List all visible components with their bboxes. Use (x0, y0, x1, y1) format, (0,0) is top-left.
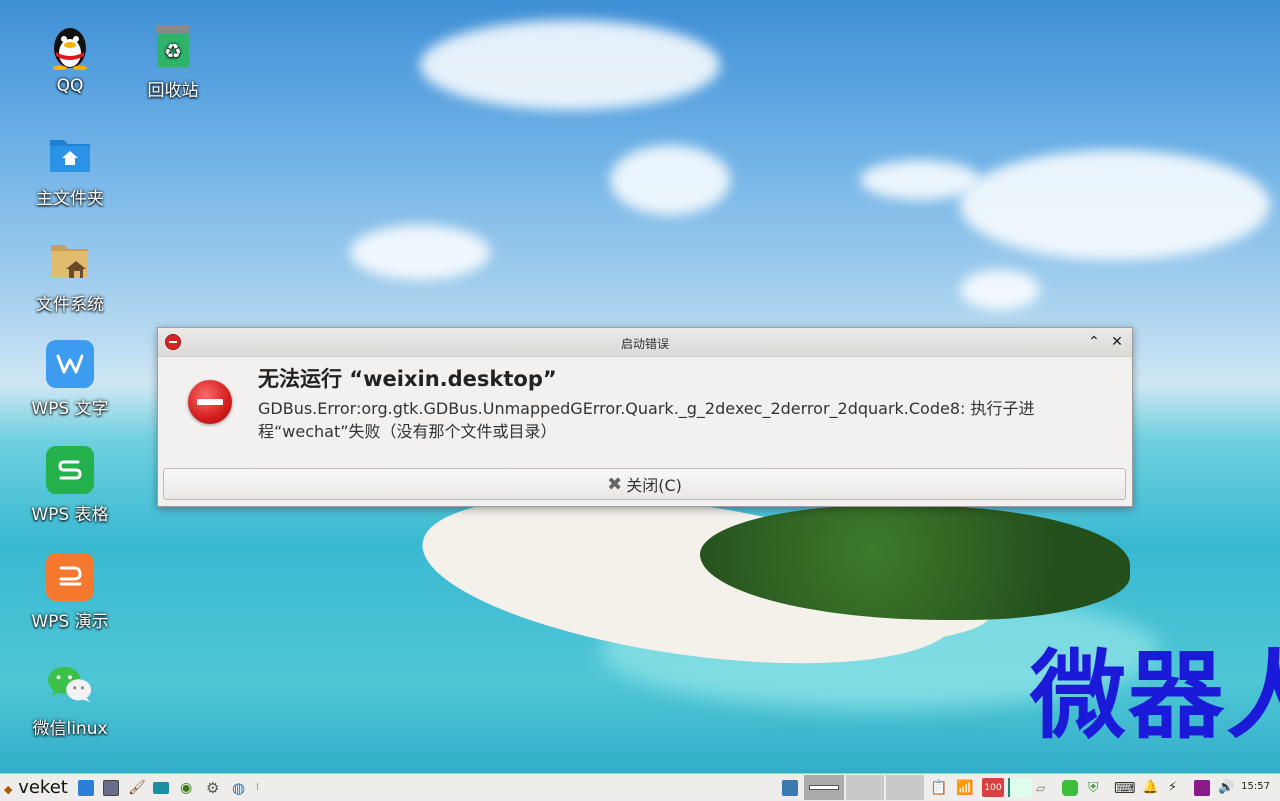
cpu-badge[interactable]: 100 (982, 778, 1004, 797)
workspace-3[interactable] (886, 775, 924, 800)
notification-bell-icon[interactable]: 🔔 (1142, 778, 1158, 797)
dialog-title: 启动错误 (620, 337, 669, 351)
desktop-icon-file-system[interactable]: 文件系统 (20, 236, 120, 315)
wifi-icon[interactable]: 📶 (956, 778, 973, 797)
qq-penguin-icon (46, 22, 94, 70)
wps-writer-icon (46, 340, 94, 388)
close-window-icon[interactable]: ✕ (1109, 334, 1125, 350)
clipboard-icon[interactable]: 📋 (930, 778, 947, 797)
desktop-icon-label: WPS 演示 (31, 612, 109, 632)
desktop-icon-label: QQ (56, 76, 84, 96)
memory-graph-icon[interactable] (1008, 778, 1032, 797)
start-menu[interactable]: ◆ veket (4, 777, 68, 798)
storage-icon[interactable] (1062, 778, 1078, 797)
file-manager-icon[interactable] (103, 778, 119, 797)
error-message: GDBus.Error:org.gtk.GDBus.UnmappedGError… (258, 399, 1035, 441)
desktop-icon-wps-spreadsheet[interactable]: WPS 表格 (20, 446, 120, 525)
input-method-icon[interactable] (1194, 778, 1210, 797)
workspace-2[interactable] (846, 775, 884, 800)
show-desktop-icon[interactable] (78, 778, 94, 797)
desktop-icon-wps-presentation[interactable]: WPS 演示 (20, 553, 120, 632)
svg-text:♻: ♻ (164, 39, 182, 63)
power-icon[interactable]: ⚡ (1168, 778, 1177, 797)
desktop-icon-home-folder[interactable]: 主文件夹 (20, 130, 120, 209)
browser-icon[interactable]: ◍ (232, 778, 245, 797)
home-folder-icon (46, 130, 94, 178)
desktop-icon-label: 主文件夹 (36, 189, 104, 209)
file-system-icon (46, 236, 94, 284)
desktop-icon-label: 回收站 (147, 81, 199, 101)
desktop-icon-label: 微信linux (32, 719, 108, 739)
start-menu-label: veket (18, 777, 68, 798)
desktop-icon-recycle-bin[interactable]: ♻ 回收站 (123, 22, 223, 101)
volume-icon[interactable]: 🔊 (1218, 778, 1234, 797)
maximize-chevron-icon[interactable]: ⌃ (1086, 334, 1102, 350)
more-icon[interactable]: ⁝ (256, 778, 259, 797)
network-tool-icon[interactable] (782, 778, 798, 797)
close-button-label: 关闭(C) (626, 476, 682, 495)
folder-icon[interactable] (153, 778, 169, 797)
settings-brush-icon[interactable]: 🖌 (128, 778, 146, 797)
desktop-icon-qq[interactable]: QQ (20, 22, 120, 96)
dialog-titlebar[interactable]: 启动错误 ⌃ ✕ (158, 328, 1132, 357)
desktop-icon-wechat[interactable]: 微信linux (20, 660, 120, 739)
error-icon (188, 380, 232, 424)
error-dialog: 启动错误 ⌃ ✕ 无法运行 “weixin.desktop” GDBus.Err… (157, 327, 1133, 507)
close-button[interactable]: ✖ 关闭(C) (163, 468, 1126, 500)
keyboard-icon[interactable]: ⌨ (1114, 778, 1136, 797)
desktop-icon-label: 文件系统 (36, 295, 104, 315)
menu-arrow-icon: ◆ (4, 783, 13, 796)
shield-icon[interactable]: ⛨ (1088, 778, 1099, 797)
desktop-icon-label: WPS 表格 (31, 505, 109, 525)
desktop-icon-wps-writer[interactable]: WPS 文字 (20, 340, 120, 419)
workspace-1[interactable] (804, 775, 844, 800)
wallpaper-brand-text: 微器人 (1030, 640, 1280, 752)
media-player-icon[interactable]: ◉ (180, 778, 192, 797)
recycle-bin-icon: ♻ (149, 22, 197, 70)
taskbar: ◆ veket 🖌 ◉ ⚙ ◍ ⁝ 📋 📶 100 ▱ ⛨ ⌨ 🔔 ⚡ 🔊 15… (0, 773, 1280, 801)
clock[interactable]: 15:57 (1241, 781, 1270, 792)
close-x-icon: ✖ (607, 473, 623, 495)
wps-spreadsheet-icon (46, 446, 94, 494)
wps-presentation-icon (46, 553, 94, 601)
wechat-icon (46, 660, 94, 708)
desktop-icon-label: WPS 文字 (31, 399, 109, 419)
drive-icon[interactable]: ▱ (1036, 778, 1045, 797)
error-heading: 无法运行 “weixin.desktop” (258, 367, 557, 391)
gear-icon[interactable]: ⚙ (206, 778, 219, 797)
